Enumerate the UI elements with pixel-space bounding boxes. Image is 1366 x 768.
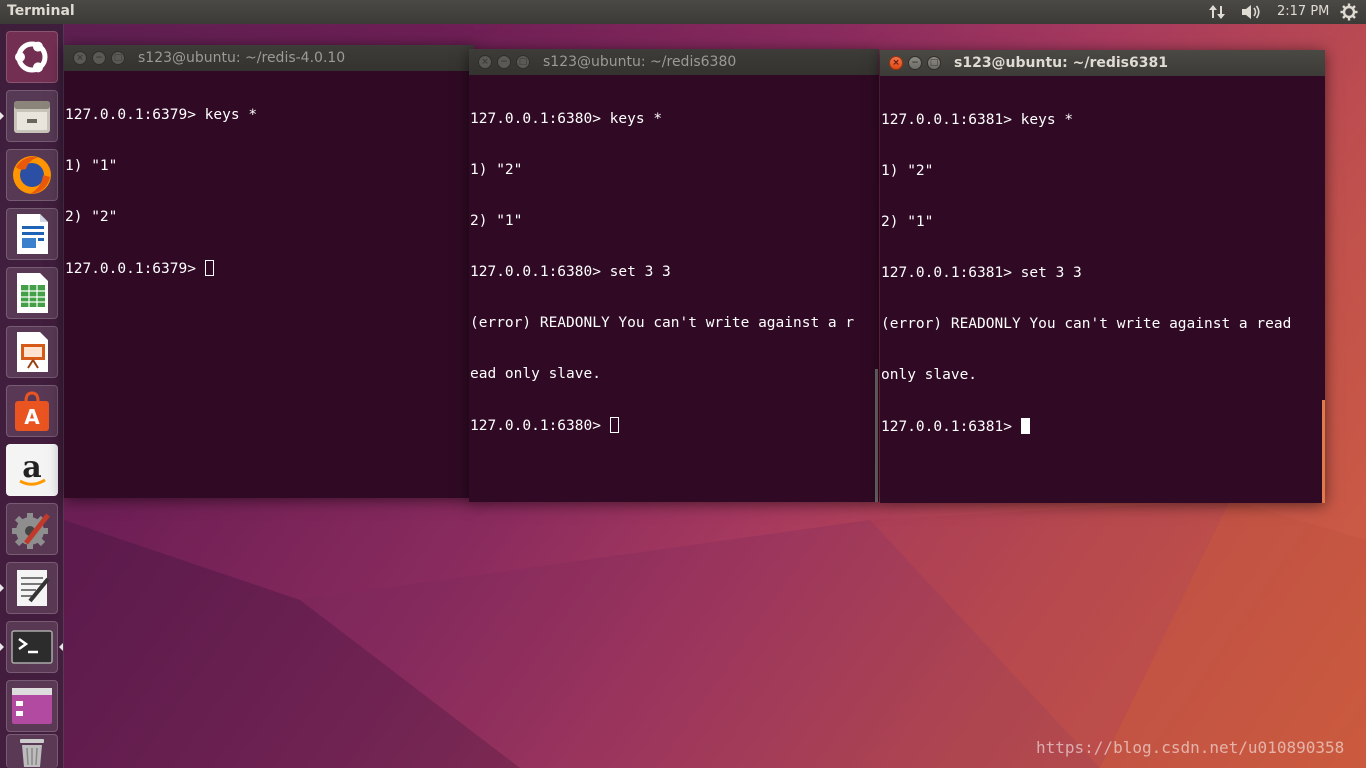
watermark: https://blog.csdn.net/u010890358 xyxy=(1036,738,1345,757)
file-cabinet-icon xyxy=(14,101,50,133)
trash-icon xyxy=(20,738,44,767)
terminal-line: 1) "2" xyxy=(470,162,523,178)
calc-launcher-button[interactable] xyxy=(6,267,58,319)
firefox-icon xyxy=(13,156,51,194)
terminal-launcher-button[interactable] xyxy=(6,621,58,673)
terminal-window-redis6381[interactable]: × − □ s123@ubuntu: ~/redis6381 127.0.0.1… xyxy=(880,50,1325,503)
window-close-button[interactable]: × xyxy=(889,56,903,70)
files-launcher-button[interactable] xyxy=(6,90,58,142)
window-titlebar[interactable]: × − □ s123@ubuntu: ~/redis6381 xyxy=(880,50,1325,76)
amazon-icon: a xyxy=(19,450,46,486)
window-maximize-button[interactable]: □ xyxy=(927,56,941,70)
text-cursor xyxy=(204,260,214,276)
impress-launcher-button[interactable] xyxy=(6,326,58,378)
terminal-prompt-line: 127.0.0.1:6380> xyxy=(470,417,877,434)
launcher: A a xyxy=(0,24,64,768)
terminal-prompt-line: 127.0.0.1:6379> xyxy=(65,260,472,277)
files-running-indicator xyxy=(0,112,4,120)
libreoffice-writer-icon xyxy=(17,214,48,254)
window-title: s123@ubuntu: ~/redis-4.0.10 xyxy=(138,50,346,66)
terminal-line: 127.0.0.1:6379> keys * xyxy=(65,107,258,123)
system-settings-icon xyxy=(12,513,50,549)
firefox-launcher-button[interactable] xyxy=(6,149,58,201)
terminal-prompt-line: 127.0.0.1:6381> xyxy=(881,418,1323,435)
window-title: s123@ubuntu: ~/redis6380 xyxy=(543,54,737,70)
terminal-window-redis-4-0-10[interactable]: × − □ s123@ubuntu: ~/redis-4.0.10 127.0.… xyxy=(64,45,474,498)
terminal-line: only slave. xyxy=(881,367,978,383)
text-cursor xyxy=(1020,418,1030,434)
scrollbar[interactable] xyxy=(875,369,878,502)
terminal-line: 127.0.0.1:6380> keys * xyxy=(470,111,663,127)
terminal-focused-indicator xyxy=(59,643,63,651)
terminal-line: ead only slave. xyxy=(470,366,601,382)
network-icon[interactable] xyxy=(1208,3,1226,25)
terminal-output[interactable]: 127.0.0.1:6380> keys * 1) "2" 2) "1" 127… xyxy=(470,77,877,502)
terminal-output[interactable]: 127.0.0.1:6379> keys * 1) "1" 2) "2" 127… xyxy=(65,73,472,498)
terminal-line: 2) "1" xyxy=(881,214,934,230)
terminal-window-redis6380[interactable]: × − □ s123@ubuntu: ~/redis6380 127.0.0.1… xyxy=(469,49,879,502)
window-maximize-button[interactable]: □ xyxy=(111,51,125,65)
window-close-button[interactable]: × xyxy=(73,51,87,65)
ubuntu-dash-button[interactable] xyxy=(6,31,58,83)
text-editor-launcher-button[interactable] xyxy=(6,562,58,614)
svg-text:a: a xyxy=(22,450,41,485)
terminal-line: 1) "1" xyxy=(65,158,118,174)
svg-text:A: A xyxy=(24,405,40,429)
volume-icon[interactable] xyxy=(1240,3,1262,25)
terminal-line: 1) "2" xyxy=(881,163,934,179)
terminal-prompt: 127.0.0.1:6380> xyxy=(470,418,610,434)
settings-launcher-button[interactable] xyxy=(6,503,58,555)
system-gear-icon[interactable] xyxy=(1340,3,1358,25)
window-minimize-button[interactable]: − xyxy=(908,56,922,70)
workspace-switcher-button[interactable] xyxy=(6,680,58,732)
text-cursor xyxy=(609,417,619,433)
window-maximize-button[interactable]: □ xyxy=(516,55,530,69)
trash-launcher-button[interactable] xyxy=(6,734,58,768)
text-editor-running-indicator xyxy=(0,584,4,592)
libreoffice-calc-icon xyxy=(17,273,48,313)
active-app-title[interactable]: Terminal xyxy=(7,3,75,19)
window-title: s123@ubuntu: ~/redis6381 xyxy=(954,55,1168,71)
terminal-line: 2) "2" xyxy=(65,209,118,225)
ubuntu-logo-icon xyxy=(15,41,48,73)
writer-launcher-button[interactable] xyxy=(6,208,58,260)
window-titlebar[interactable]: × − □ s123@ubuntu: ~/redis-4.0.10 xyxy=(64,45,474,71)
shopping-bag-icon: A xyxy=(15,391,49,431)
terminal-line: (error) READONLY You can't write against… xyxy=(470,315,855,331)
terminal-line: 127.0.0.1:6380> set 3 3 xyxy=(470,264,671,280)
terminal-line: (error) READONLY You can't write against… xyxy=(881,316,1292,332)
terminal-line: 2) "1" xyxy=(470,213,523,229)
terminal-line: 127.0.0.1:6381> set 3 3 xyxy=(881,265,1082,281)
terminal-icon xyxy=(11,630,53,664)
terminal-line: 127.0.0.1:6381> keys * xyxy=(881,112,1074,128)
clock[interactable]: 2:17 PM xyxy=(1277,4,1329,19)
window-minimize-button[interactable]: − xyxy=(92,51,106,65)
terminal-prompt: 127.0.0.1:6381> xyxy=(881,419,1021,435)
window-close-button[interactable]: × xyxy=(478,55,492,69)
top-panel: Terminal 2:17 PM xyxy=(0,0,1366,24)
libreoffice-impress-icon xyxy=(17,332,48,372)
scrollbar[interactable] xyxy=(1322,400,1325,503)
terminal-running-indicator xyxy=(0,643,4,651)
terminal-output[interactable]: 127.0.0.1:6381> keys * 1) "2" 2) "1" 127… xyxy=(881,78,1323,503)
window-minimize-button[interactable]: − xyxy=(497,55,511,69)
amazon-launcher-button[interactable]: a xyxy=(6,444,58,496)
software-launcher-button[interactable]: A xyxy=(6,385,58,437)
window-titlebar[interactable]: × − □ s123@ubuntu: ~/redis6380 xyxy=(469,49,879,75)
terminal-prompt: 127.0.0.1:6379> xyxy=(65,261,205,277)
workspace-switcher-icon xyxy=(12,688,52,724)
text-editor-icon xyxy=(17,570,50,606)
